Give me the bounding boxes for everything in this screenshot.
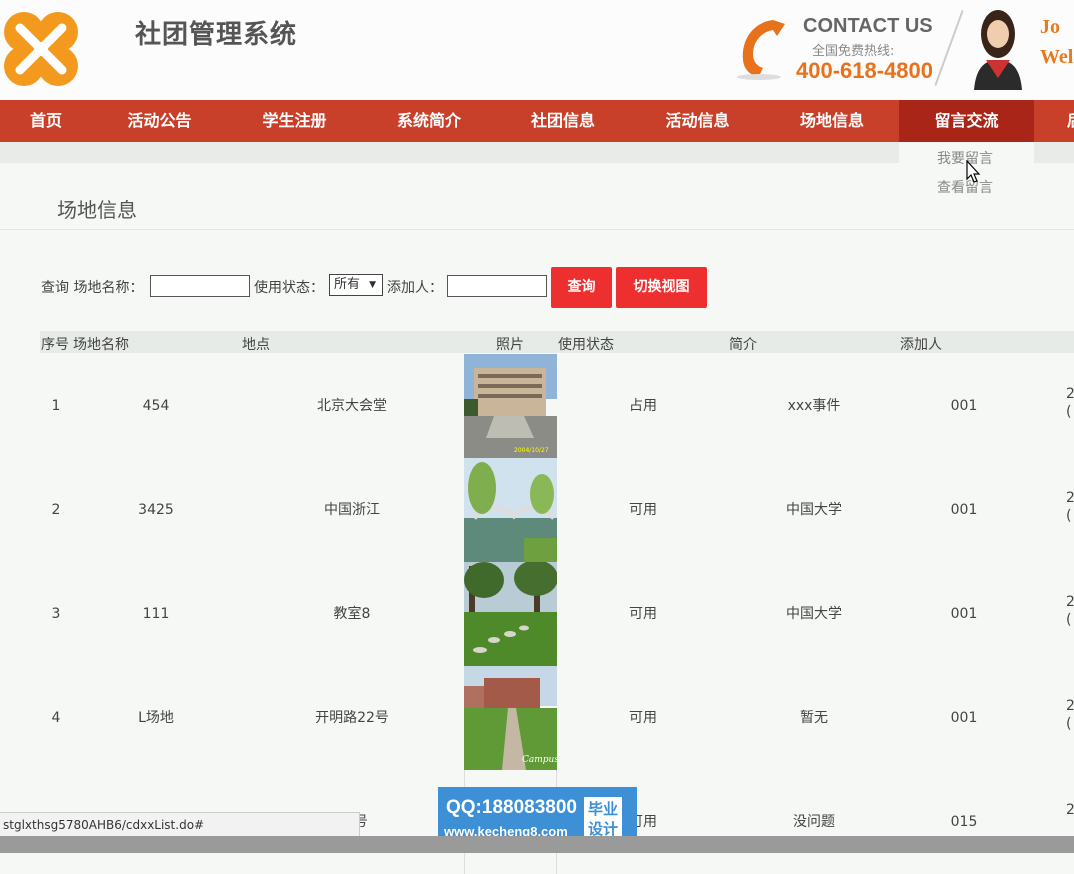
cell-cut-date: 2 ( bbox=[1066, 698, 1074, 732]
cell-location: 中国浙江 bbox=[324, 502, 380, 518]
watermark-badge: 毕业 设计 bbox=[584, 797, 622, 841]
status-select-value: 所有 bbox=[334, 277, 361, 292]
cell-location: 北京大会堂 bbox=[317, 398, 387, 414]
header-location: 地点 bbox=[242, 337, 270, 353]
cell-status: 可用 bbox=[629, 710, 657, 726]
avatar bbox=[974, 10, 1022, 90]
adder-label: 添加人： bbox=[387, 280, 443, 296]
search-button[interactable]: 查询 bbox=[551, 267, 612, 308]
cell-cut-date: 2 ( bbox=[1066, 386, 1074, 420]
dropdown-view-messages[interactable]: 查看留言 bbox=[937, 177, 993, 197]
cell-cut-date: 2 ( bbox=[1066, 594, 1074, 628]
cell-cut-date: 2 ( bbox=[1066, 490, 1074, 524]
nav-club-info[interactable]: 社团信息 bbox=[496, 100, 630, 142]
venue-name-input[interactable] bbox=[150, 275, 250, 297]
svg-text:Campus: Campus bbox=[522, 755, 557, 765]
venue-photo-bridge[interactable] bbox=[464, 458, 557, 562]
phone-icon bbox=[737, 20, 785, 80]
cell-no: 1 bbox=[51, 398, 61, 414]
contact-phone: 400-618-4800 bbox=[796, 58, 934, 83]
title-divider bbox=[0, 229, 1074, 230]
page-title: 场地信息 bbox=[57, 198, 137, 222]
cell-adder: 015 bbox=[950, 814, 978, 830]
mouse-cursor-icon bbox=[966, 160, 981, 183]
cell-venue-name: 111 bbox=[142, 606, 170, 622]
cell-adder: 001 bbox=[950, 502, 978, 518]
header-adder: 添加人 bbox=[900, 337, 942, 353]
cell-no: 3 bbox=[51, 606, 61, 622]
nav-activity-info[interactable]: 活动信息 bbox=[630, 100, 765, 142]
header-no: 序号 bbox=[41, 337, 69, 353]
switch-view-button[interactable]: 切换视图 bbox=[616, 267, 707, 308]
table-row: 2 3425 中国浙江 可用 中国大学 001 2 ( bbox=[0, 458, 1074, 562]
svg-text:2004/10/27: 2004/10/27 bbox=[514, 447, 549, 454]
logo-icon bbox=[4, 12, 78, 86]
cell-intro: 暂无 bbox=[800, 710, 828, 726]
header: 社团管理系统 CONTACT US 全国免费热线: 400-618-4800 J… bbox=[0, 0, 1074, 100]
cell-venue-name: 454 bbox=[142, 398, 170, 414]
window-bottom-edge bbox=[0, 836, 1074, 853]
main-nav: 首页 活动公告 学生注册 系统简介 社团信息 活动信息 场地信息 留言交流 后 bbox=[0, 100, 1074, 142]
dropdown-leave-message[interactable]: 我要留言 bbox=[937, 148, 993, 168]
cell-status: 可用 bbox=[629, 502, 657, 518]
adder-input[interactable] bbox=[447, 275, 547, 297]
cell-location: 教室8 bbox=[333, 606, 371, 622]
status-label: 使用状态： bbox=[254, 280, 324, 296]
contact-title: CONTACT US bbox=[803, 15, 933, 37]
header-photo: 照片 bbox=[496, 337, 524, 353]
cell-status: 占用 bbox=[629, 398, 657, 414]
nav-backend[interactable]: 后 bbox=[1034, 100, 1074, 142]
table-row: 3 111 教室8 可用 中国大学 001 2 ( bbox=[0, 562, 1074, 666]
cell-no: 2 bbox=[51, 502, 61, 518]
header-venue-name: 场地名称 bbox=[73, 337, 129, 353]
site-title: 社团管理系统 bbox=[135, 20, 298, 50]
cell-venue-name: 3425 bbox=[138, 502, 174, 518]
nav-activity-notice[interactable]: 活动公告 bbox=[92, 100, 227, 142]
cell-intro: 没问题 bbox=[793, 814, 835, 830]
cell-adder: 001 bbox=[950, 606, 978, 622]
cell-cut-date: 2 bbox=[1066, 802, 1074, 818]
watermark-qq: QQ:188083800 bbox=[446, 797, 577, 818]
contact-hotline-label: 全国免费热线: bbox=[812, 44, 895, 59]
cell-status: 可用 bbox=[629, 606, 657, 622]
header-intro: 简介 bbox=[729, 337, 757, 353]
header-status: 使用状态 bbox=[558, 337, 614, 353]
cell-adder: 001 bbox=[950, 710, 978, 726]
venue-photo-lawn[interactable] bbox=[464, 562, 557, 666]
venue-photo-campus[interactable]: Campus bbox=[464, 666, 557, 770]
welcome-text: Jo Wel bbox=[1040, 16, 1074, 68]
cell-intro: 中国大学 bbox=[786, 502, 842, 518]
cell-no: 4 bbox=[51, 710, 61, 726]
cell-intro: 中国大学 bbox=[786, 606, 842, 622]
venue-name-label: 查询 场地名称： bbox=[41, 280, 144, 296]
nav-messages[interactable]: 留言交流 bbox=[899, 100, 1034, 142]
nav-venue-info[interactable]: 场地信息 bbox=[765, 100, 899, 142]
venue-photo-building[interactable]: 2004/10/27 bbox=[464, 354, 557, 458]
table-row: 4 L场地 开明路22号 Campus 可用 暂无 001 2 ( bbox=[0, 666, 1074, 770]
browser-status-url: stglxthsg5780AHB6/cdxxList.do# bbox=[0, 812, 360, 836]
cell-venue-name: L场地 bbox=[138, 710, 174, 726]
cell-intro: xxx事件 bbox=[787, 398, 841, 414]
nav-system-intro[interactable]: 系统简介 bbox=[362, 100, 496, 142]
table-row: 1 454 北京大会堂 2004/10/27 占用 xxx事件 001 2 ( bbox=[0, 354, 1074, 458]
status-select[interactable]: 所有 ▼ bbox=[329, 274, 383, 296]
chevron-down-icon: ▼ bbox=[369, 280, 376, 290]
nav-student-register[interactable]: 学生注册 bbox=[227, 100, 362, 142]
cell-adder: 001 bbox=[950, 398, 978, 414]
header-divider bbox=[934, 10, 964, 86]
cell-location: 开明路22号 bbox=[315, 710, 389, 726]
nav-home[interactable]: 首页 bbox=[0, 100, 92, 142]
